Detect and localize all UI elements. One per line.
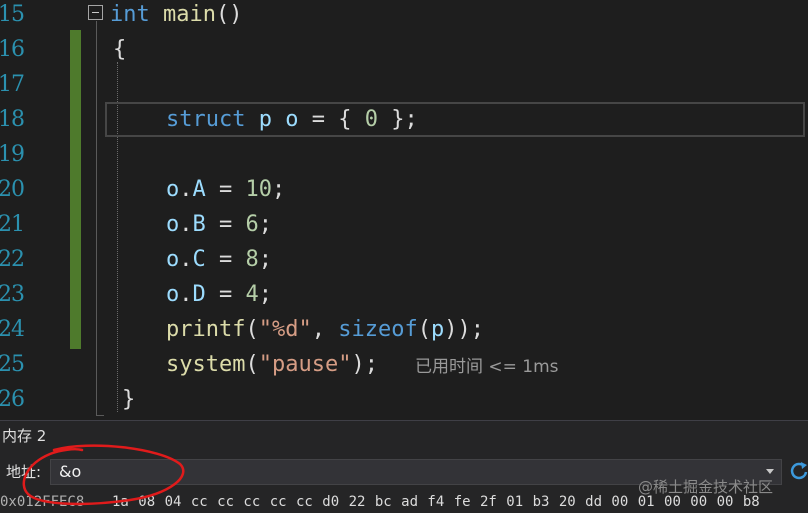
code-text: o.B = 6; [166,207,272,242]
line-number: 25 [0,352,25,377]
code-token: ( [245,317,259,342]
code-token: o [166,282,180,307]
code-line[interactable]: 22 o.C = 8; [0,242,808,277]
code-line[interactable]: 26} [0,382,808,417]
code-token: = [205,247,246,272]
memory-panel: 内存 2 地址: &o 0x012FFEC8 1a 08 04 cc cc cc… [0,420,808,513]
code-text: printf("%d", sizeof(p)); [166,312,484,347]
code-line[interactable]: 18 struct p o = { 0 }; [0,102,808,137]
code-line[interactable]: 20 o.A = 10; [0,172,808,207]
code-token: int [110,2,150,27]
code-token: . [179,212,193,237]
code-token: 8 [245,247,259,272]
code-token: 0 [364,107,378,132]
line-number: 23 [0,282,25,307]
code-token: o [166,177,180,202]
code-token: . [179,247,193,272]
code-token: A [192,177,206,202]
code-token: ( [245,352,259,377]
code-token: struct [166,107,246,132]
line-number: 15 [0,2,25,27]
code-token: }; [377,107,418,132]
code-token: )); [444,317,484,342]
code-token: () [215,2,243,27]
code-token: o [166,247,180,272]
code-token: . [179,282,193,307]
code-token: 10 [245,177,273,202]
code-token: main [163,2,216,27]
code-text: o.D = 4; [166,277,272,312]
code-token: ; [258,212,272,237]
code-token: printf [166,317,246,342]
line-number: 24 [0,317,25,342]
line-number: 21 [0,212,25,237]
code-token: = [205,282,246,307]
code-token: ; [258,282,272,307]
chevron-down-icon[interactable] [766,469,774,474]
line-number: 19 [0,142,25,167]
code-token: = { [298,107,365,132]
code-token: = [205,177,246,202]
code-token: 6 [245,212,259,237]
code-line[interactable]: 23 o.D = 4; [0,277,808,312]
line-number: 18 [0,107,25,132]
code-token: C [192,247,206,272]
watermark: @稀土掘金技术社区 [638,478,774,496]
code-line[interactable]: 25 system("pause"); [0,347,808,382]
line-number: 26 [0,387,25,412]
code-token: { [113,37,127,62]
code-token: ; [258,247,272,272]
code-text: system("pause"); [166,347,378,382]
code-token: "pause" [258,352,352,377]
code-line[interactable]: 21 o.B = 6; [0,207,808,242]
code-editor[interactable]: 15 int main() 16 {17 18 struct p o = { 0 }; 19… [0,0,808,420]
code-text: int main() [110,0,242,32]
code-token: . [179,177,193,202]
line-number: 16 [0,37,25,62]
code-token: D [192,282,206,307]
code-text: o.C = 8; [166,242,272,277]
code-token: ; [272,177,286,202]
memory-row-address: 0x012FFEC8 [0,494,85,510]
code-token: } [122,387,136,412]
code-token: B [192,212,206,237]
line-number: 17 [0,72,25,97]
code-token: p [258,107,272,132]
code-token: , [311,317,339,342]
code-line[interactable]: 24 printf("%d", sizeof(p)); [0,312,808,347]
code-line[interactable]: 19 [0,137,808,172]
code-token: o [285,107,299,132]
code-line[interactable]: 17 [0,67,808,102]
address-label: 地址: [6,463,42,481]
code-token: sizeof [338,317,418,342]
line-number: 20 [0,177,25,202]
code-token: o [166,212,180,237]
code-token: ( [417,317,431,342]
code-line[interactable]: 15 int main() [0,0,808,32]
refresh-icon[interactable] [789,460,808,482]
code-token: 4 [245,282,259,307]
ide-window: 15 int main() 16 {17 18 struct p o = { 0 }; 19… [0,0,808,513]
code-token: system [166,352,246,377]
memory-panel-title: 内存 2 [2,427,47,445]
code-text: } [122,382,135,417]
line-number: 22 [0,247,25,272]
code-token: "%d" [258,317,312,342]
code-text: struct p o = { 0 }; [166,102,418,137]
code-token: = [205,212,246,237]
perf-tip: 已用时间 <= 1ms [415,357,559,377]
code-line[interactable]: 16 { [0,32,808,67]
code-text: o.A = 10; [166,172,285,207]
code-text: { [113,32,126,67]
code-token: ); [351,352,378,377]
code-token: p [430,317,445,342]
